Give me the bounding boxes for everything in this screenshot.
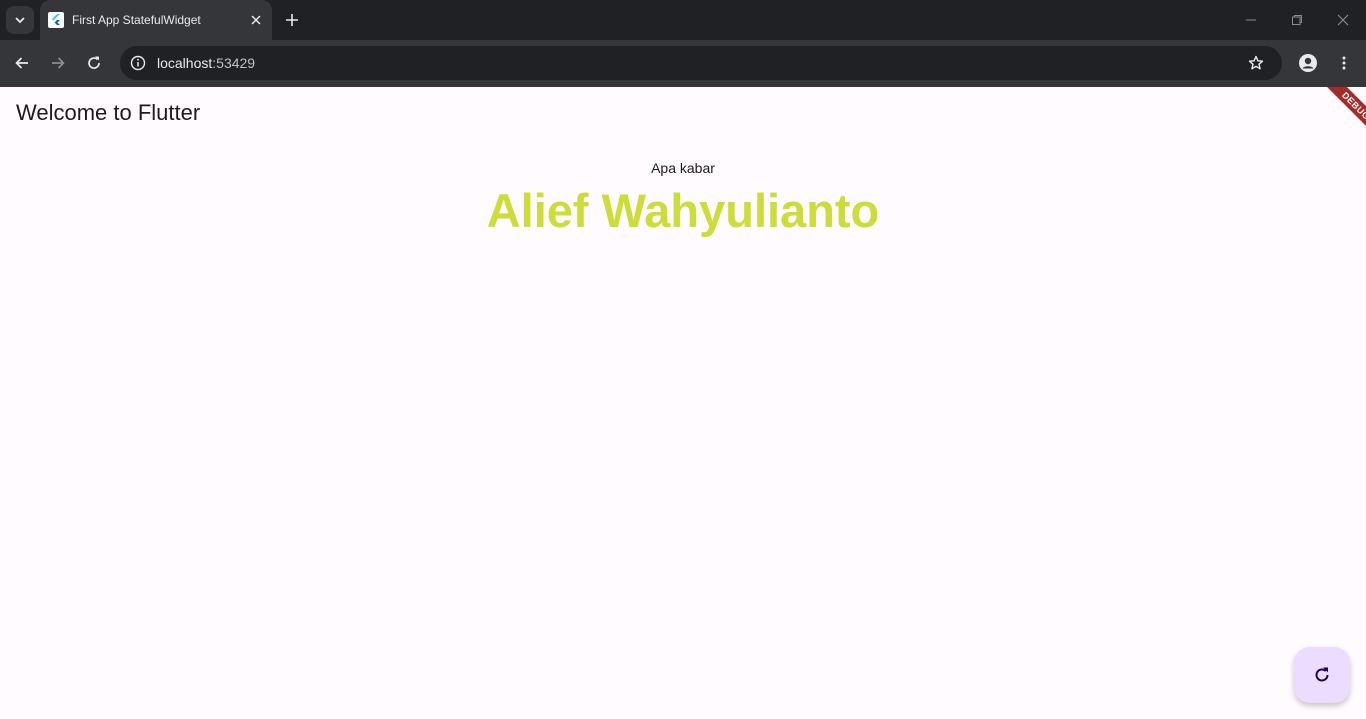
close-icon (251, 15, 261, 25)
browser-menu-button[interactable] (1330, 49, 1358, 77)
forward-button[interactable] (44, 49, 72, 77)
restore-button[interactable] (1285, 8, 1309, 32)
back-button[interactable] (8, 49, 36, 77)
more-vertical-icon (1342, 56, 1346, 70)
greeting-text: Apa kabar (651, 160, 715, 176)
debug-banner-label: DEBUG (1321, 87, 1366, 141)
url-text: localhost:53429 (157, 55, 255, 71)
tab-search-button[interactable] (6, 6, 34, 34)
appbar-title: Welcome to Flutter (16, 100, 201, 125)
url-port: :53429 (212, 55, 256, 71)
restore-icon (1292, 15, 1302, 25)
flutter-favicon-icon (48, 12, 64, 28)
flutter-app: Welcome to Flutter Apa kabar Alief Wahyu… (0, 87, 1366, 719)
refresh-icon (1315, 667, 1329, 682)
minimize-button[interactable] (1239, 8, 1263, 32)
address-bar[interactable]: localhost:53429 (120, 46, 1282, 80)
debug-banner: DEBUG (1306, 87, 1366, 147)
new-tab-button[interactable] (280, 8, 304, 32)
site-info-button[interactable] (128, 53, 148, 73)
profile-icon (1299, 54, 1317, 72)
arrow-left-icon (15, 57, 28, 69)
star-icon (1248, 55, 1264, 70)
tab-title: First App StatefulWidget (72, 13, 201, 27)
browser-toolbar: localhost:53429 (0, 40, 1366, 87)
reload-button[interactable] (80, 49, 108, 77)
minimize-icon (1246, 19, 1256, 21)
profile-button[interactable] (1294, 49, 1322, 77)
url-host: localhost (157, 55, 213, 71)
browser-tabstrip: First App StatefulWidget (0, 0, 1366, 40)
plus-icon (286, 14, 298, 26)
info-icon (130, 55, 146, 71)
close-icon (1337, 14, 1349, 26)
browser-tab-active[interactable]: First App StatefulWidget (40, 0, 272, 40)
reload-icon (88, 56, 100, 69)
close-window-button[interactable] (1331, 8, 1355, 32)
bookmark-button[interactable] (1246, 53, 1266, 73)
refresh-fab-button[interactable] (1294, 647, 1350, 703)
tab-close-button[interactable] (246, 10, 266, 30)
name-text: Alief Wahyulianto (486, 184, 880, 237)
arrow-right-icon (52, 57, 65, 69)
chevron-down-icon (15, 17, 25, 24)
